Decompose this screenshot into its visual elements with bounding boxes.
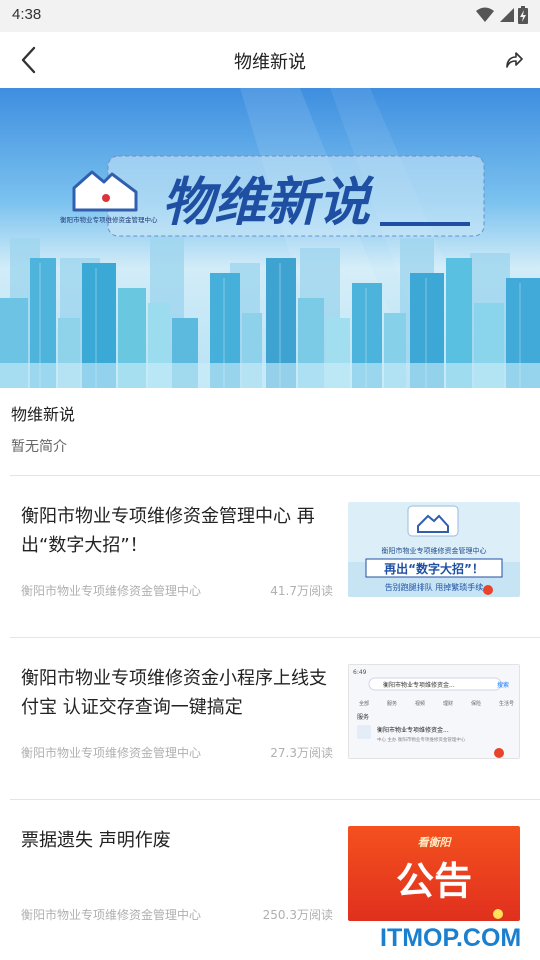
column-intro: 暂无简介 xyxy=(11,439,67,455)
article-title[interactable]: 衡阳市物业专项维修资金管理中心 再出“数字大招”！ xyxy=(21,502,336,560)
article-item[interactable]: 衡阳市物业专项维修资金管理中心 再出“数字大招”！ 衡阳市物业专项维修资金管理中… xyxy=(0,502,540,662)
divider xyxy=(10,637,540,638)
article-source: 衡阳市物业专项维修资金管理中心 xyxy=(21,908,202,922)
column-banner: 衡阳市物业专项维修资金管理中心 物维新说 xyxy=(0,88,540,388)
thumb-headline: 再出“数字大招”！ xyxy=(384,561,484,576)
banner-org-name: 衡阳市物业专项维修资金管理中心 xyxy=(60,215,158,224)
thumb-result-desc: 中心 主办 衡阳市物业专项维修资金管理中心 xyxy=(377,736,466,743)
article-thumbnail[interactable]: 看衡阳 公告 xyxy=(348,826,520,921)
article-reads: 41.7万阅读 xyxy=(270,584,333,598)
divider xyxy=(10,475,540,476)
banner-illustration: 衡阳市物业专项维修资金管理中心 物维新说 xyxy=(0,88,540,388)
thumb-search-btn: 搜索 xyxy=(497,681,509,689)
battery-charging-icon xyxy=(518,6,528,24)
thumb-search-text: 衡阳市物业专项维修资金... xyxy=(383,681,455,689)
thumb-headline: 公告 xyxy=(396,859,472,903)
thumb-caption: 告别跑腿排队 甩掉繁琐手续 xyxy=(385,582,484,592)
article-reads: 27.3万阅读 xyxy=(270,746,333,760)
article-source: 衡阳市物业专项维修资金管理中心 xyxy=(21,746,202,760)
thumb-tab: 全部 xyxy=(359,700,369,707)
thumb-brand: 看衡阳 xyxy=(418,836,453,849)
thumb-tab: 生活号 xyxy=(499,700,514,707)
article-reads: 250.3万阅读 xyxy=(262,908,333,922)
article-title[interactable]: 衡阳市物业专项维修资金小程序上线支付宝 认证交存查询一键搞定 xyxy=(21,664,336,722)
thumb-result-title: 衡阳市物业专项维修资金... xyxy=(377,726,449,734)
nav-bar: 物维新说 xyxy=(0,32,540,88)
article-source: 衡阳市物业专项维修资金管理中心 xyxy=(21,584,202,598)
thumb-tab: 理财 xyxy=(443,700,453,707)
divider xyxy=(10,799,540,800)
status-icons xyxy=(476,6,528,24)
wifi-icon xyxy=(476,7,494,22)
column-name: 物维新说 xyxy=(11,405,76,424)
signal-icon xyxy=(500,8,514,22)
thumb-org: 衡阳市物业专项维修资金管理中心 xyxy=(382,546,487,555)
thumb-status-time: 6:49 xyxy=(353,669,367,676)
article-thumbnail[interactable]: 衡阳市物业专项维修资金管理中心 再出“数字大招”！ 告别跑腿排队 甩掉繁琐手续 xyxy=(348,502,520,597)
status-bar: 4:38 xyxy=(0,0,540,32)
thumb-tab: 保险 xyxy=(471,700,481,707)
banner-title: 物维新说 xyxy=(162,173,375,233)
share-icon xyxy=(506,52,523,68)
watermark: ITMOP.COM xyxy=(380,924,522,952)
article-thumbnail[interactable]: 6:49 衡阳市物业专项维修资金... 搜索 全部 服务 视频 理财 保险 生活… xyxy=(348,664,520,759)
page-title: 物维新说 xyxy=(234,52,306,73)
thumb-tab: 视频 xyxy=(415,700,425,707)
article-item[interactable]: 衡阳市物业专项维修资金小程序上线支付宝 认证交存查询一键搞定 衡阳市物业专项维修… xyxy=(0,664,540,824)
thumb-section: 服务 xyxy=(357,713,369,721)
status-time: 4:38 xyxy=(12,6,42,23)
article-title[interactable]: 票据遗失 声明作废 xyxy=(21,826,336,855)
share-button[interactable] xyxy=(500,46,528,74)
thumb-tab: 服务 xyxy=(387,700,397,707)
